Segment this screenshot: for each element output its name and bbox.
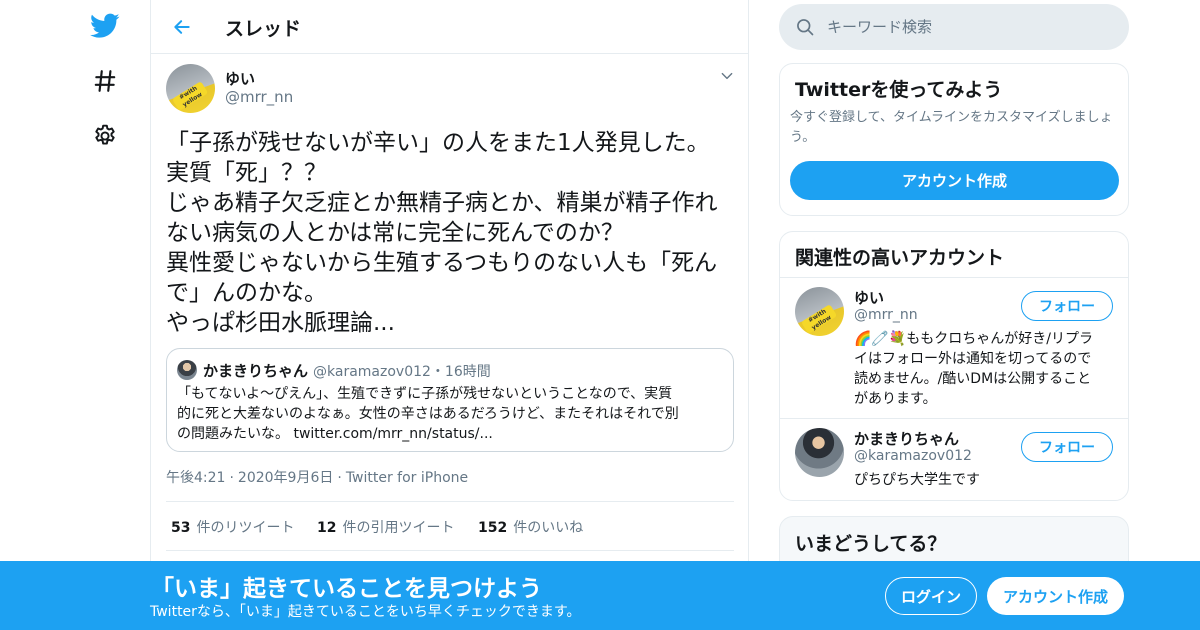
meta-separator: · xyxy=(229,470,234,486)
tweet-text-line: じゃあ精子欠乏症とか無精子病とか、精巣が精子作れ xyxy=(166,190,718,216)
login-button[interactable]: ログイン xyxy=(885,577,977,615)
tweet-text-line: やっぱ杉田水脈理論... xyxy=(166,310,395,336)
avatar[interactable]: #with yellow xyxy=(166,64,215,113)
left-nav-rail xyxy=(0,0,150,630)
quote-text-line: 的に死と大差ないのよなぁ。女性の辛さはあるだろうけど、またそれはそれで別 xyxy=(177,406,679,422)
quote-text: 「もてないよ～ぴえん」、生殖できずに子孫が残せないということなので、実質 的に死… xyxy=(177,384,725,444)
tweet-text: 「子孫が残せないが辛い」の人をまた1人発見した。 実質「死」？？ じゃあ精子欠乏… xyxy=(166,128,741,338)
banner-title: 「いま」起きていることを見つけよう xyxy=(151,576,542,602)
related-account-handle[interactable]: @karamazov012 xyxy=(854,448,972,464)
gear-icon[interactable] xyxy=(88,119,122,153)
page-title: スレッド xyxy=(225,18,302,40)
signup-banner: 「いま」起きていることを見つけよう Twitterなら、「いま」起きていることを… xyxy=(0,561,1200,630)
quoted-tweet[interactable]: かまきりちゃん @karamazov012・16時間 「もてないよ～ぴえん」、生… xyxy=(166,348,734,452)
chevron-down-icon[interactable] xyxy=(717,66,737,86)
back-arrow-icon[interactable] xyxy=(167,12,197,42)
avatar-badge: #with yellow xyxy=(171,80,209,111)
follow-button[interactable]: フォロー xyxy=(1021,432,1113,462)
tweet-text-line: 「子孫が残せないが辛い」の人をまた1人発見した。 xyxy=(166,130,710,156)
banner-subtitle: Twitterなら、「いま」起きていることをいち早くチェックできます。 xyxy=(150,604,581,620)
search-box xyxy=(779,4,1129,50)
tweet-time[interactable]: 午後4:21 xyxy=(166,470,225,486)
divider xyxy=(780,418,1128,419)
tweet-meta: 午後4:21 · 2020年9月6日 · Twitter for iPhone xyxy=(166,467,468,487)
signup-card: Twitterを使ってみよう 今すぐ登録して、タイムラインをカスタマイズしましょ… xyxy=(779,63,1129,216)
thread-header: スレッド xyxy=(151,0,749,54)
quote-text-line: の問題みたいな。 twitter.com/mrr_nn/status/... xyxy=(177,426,493,442)
related-account-name[interactable]: かまきりちゃん xyxy=(854,428,959,449)
tweet-text-line: 異性愛じゃないから生殖するつもりのない人も「死ん xyxy=(166,250,718,276)
signup-card-title: Twitterを使ってみよう xyxy=(795,79,1003,101)
hashtag-icon[interactable] xyxy=(88,64,122,98)
related-account-name[interactable]: ゆい xyxy=(854,287,884,308)
create-account-button[interactable]: アカウント作成 xyxy=(790,161,1119,200)
thread-column: スレッド #with yellow ゆい @mrr_nn 「子孫が残せないが辛い… xyxy=(150,0,749,630)
signup-card-description: 今すぐ登録して、タイムラインをカスタマイズしましょう。 xyxy=(790,110,1113,145)
tweet-source[interactable]: Twitter for iPhone xyxy=(346,470,468,486)
related-account-bio: 🌈🧷💐ももクロちゃんが好き/リプライはフォロー外は通知を切ってるので読めません。… xyxy=(854,331,1094,407)
quote-text-line: 「もてないよ～ぴえん」、生殖できずに子孫が残せないということなので、実質 xyxy=(177,386,673,402)
quote-author-handle: @karamazov012・16時間 xyxy=(313,364,491,380)
search-input[interactable] xyxy=(827,4,1117,50)
search-icon xyxy=(795,17,815,37)
trends-title: いまどうしてる？ xyxy=(795,533,947,555)
quote-author-name: かまきりちゃん xyxy=(203,362,309,380)
avatar-badge: #with yellow xyxy=(800,303,838,334)
related-accounts-title: 関連性の高いアカウント xyxy=(795,247,1005,269)
related-accounts-card: 関連性の高いアカウント #with yellow ゆい @mrr_nn フォロー… xyxy=(779,231,1129,501)
tweet-text-line: で」んのかな。 xyxy=(166,280,327,306)
likes-stat[interactable]: 152 件のいいね xyxy=(478,517,583,537)
tweet-text-line: 実質「死」？？ xyxy=(166,160,327,186)
tweet-text-line: ない病気の人とかは常に完全に死んでのか？ xyxy=(166,220,624,246)
tweet-author-name[interactable]: ゆい xyxy=(225,68,255,89)
banner-create-account-button[interactable]: アカウント作成 xyxy=(987,577,1124,615)
related-account-handle[interactable]: @mrr_nn xyxy=(854,307,918,323)
avatar[interactable] xyxy=(795,428,844,477)
retweets-stat[interactable]: 53 件のリツイート xyxy=(171,517,294,537)
tweet-stats: 53 件のリツイート 12 件の引用ツイート 152 件のいいね xyxy=(166,501,734,551)
related-account-bio: ぴちぴち大学生です xyxy=(854,472,980,488)
divider xyxy=(780,277,1128,278)
follow-button[interactable]: フォロー xyxy=(1021,291,1113,321)
tweet-date[interactable]: 2020年9月6日 xyxy=(238,470,333,486)
avatar[interactable]: #with yellow xyxy=(795,287,844,336)
quotes-stat[interactable]: 12 件の引用ツイート xyxy=(317,517,454,537)
meta-separator: · xyxy=(337,470,342,486)
twitter-bird-icon[interactable] xyxy=(88,9,122,43)
tweet-author-handle[interactable]: @mrr_nn xyxy=(225,88,293,106)
quote-avatar xyxy=(177,360,197,380)
